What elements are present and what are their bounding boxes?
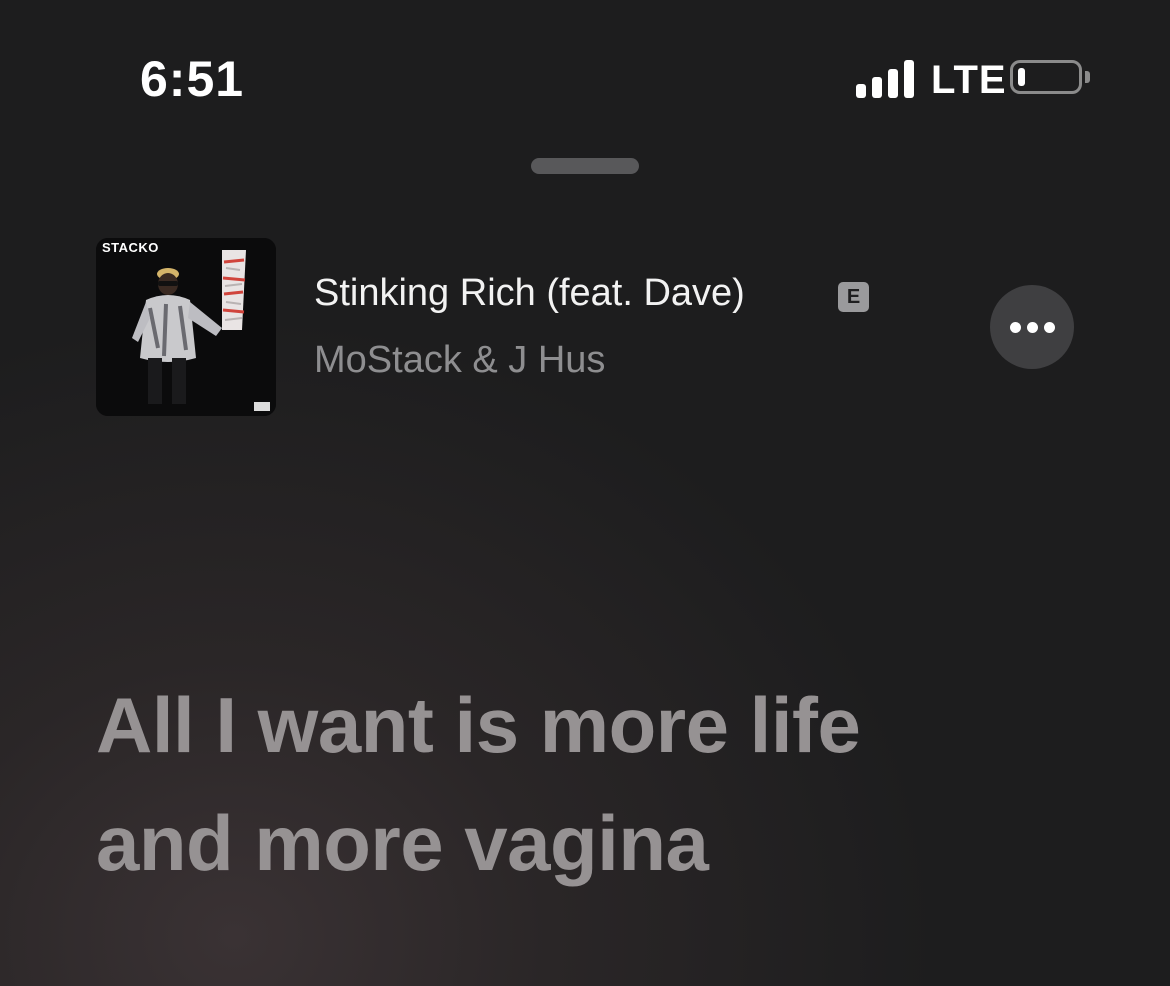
sheet-grabber-handle[interactable] bbox=[531, 158, 639, 174]
ellipsis-icon bbox=[1010, 322, 1021, 333]
battery-tip bbox=[1085, 71, 1090, 83]
battery-level bbox=[1018, 68, 1025, 86]
lyric-line[interactable]: All I want is more life bbox=[96, 680, 861, 771]
status-bar: 6:51 LTE bbox=[0, 0, 1170, 150]
artist-name[interactable]: MoStack & J Hus bbox=[314, 339, 605, 382]
lyric-line[interactable]: and more vagina bbox=[96, 798, 709, 889]
artwork-label: STACKO bbox=[102, 240, 159, 255]
more-options-button[interactable] bbox=[990, 285, 1074, 369]
status-time: 6:51 bbox=[140, 51, 245, 107]
network-type: LTE bbox=[931, 58, 1007, 102]
ellipsis-icon-dot bbox=[1027, 322, 1038, 333]
ellipsis-icon-dot bbox=[1044, 322, 1055, 333]
explicit-badge: E bbox=[838, 282, 869, 312]
cellular-signal-icon bbox=[856, 60, 916, 98]
track-title[interactable]: Stinking Rich (feat. Dave) bbox=[314, 272, 745, 315]
album-artwork[interactable]: STACKO bbox=[96, 238, 276, 416]
album-artwork-illustration bbox=[96, 238, 276, 416]
battery-icon bbox=[1010, 60, 1082, 94]
